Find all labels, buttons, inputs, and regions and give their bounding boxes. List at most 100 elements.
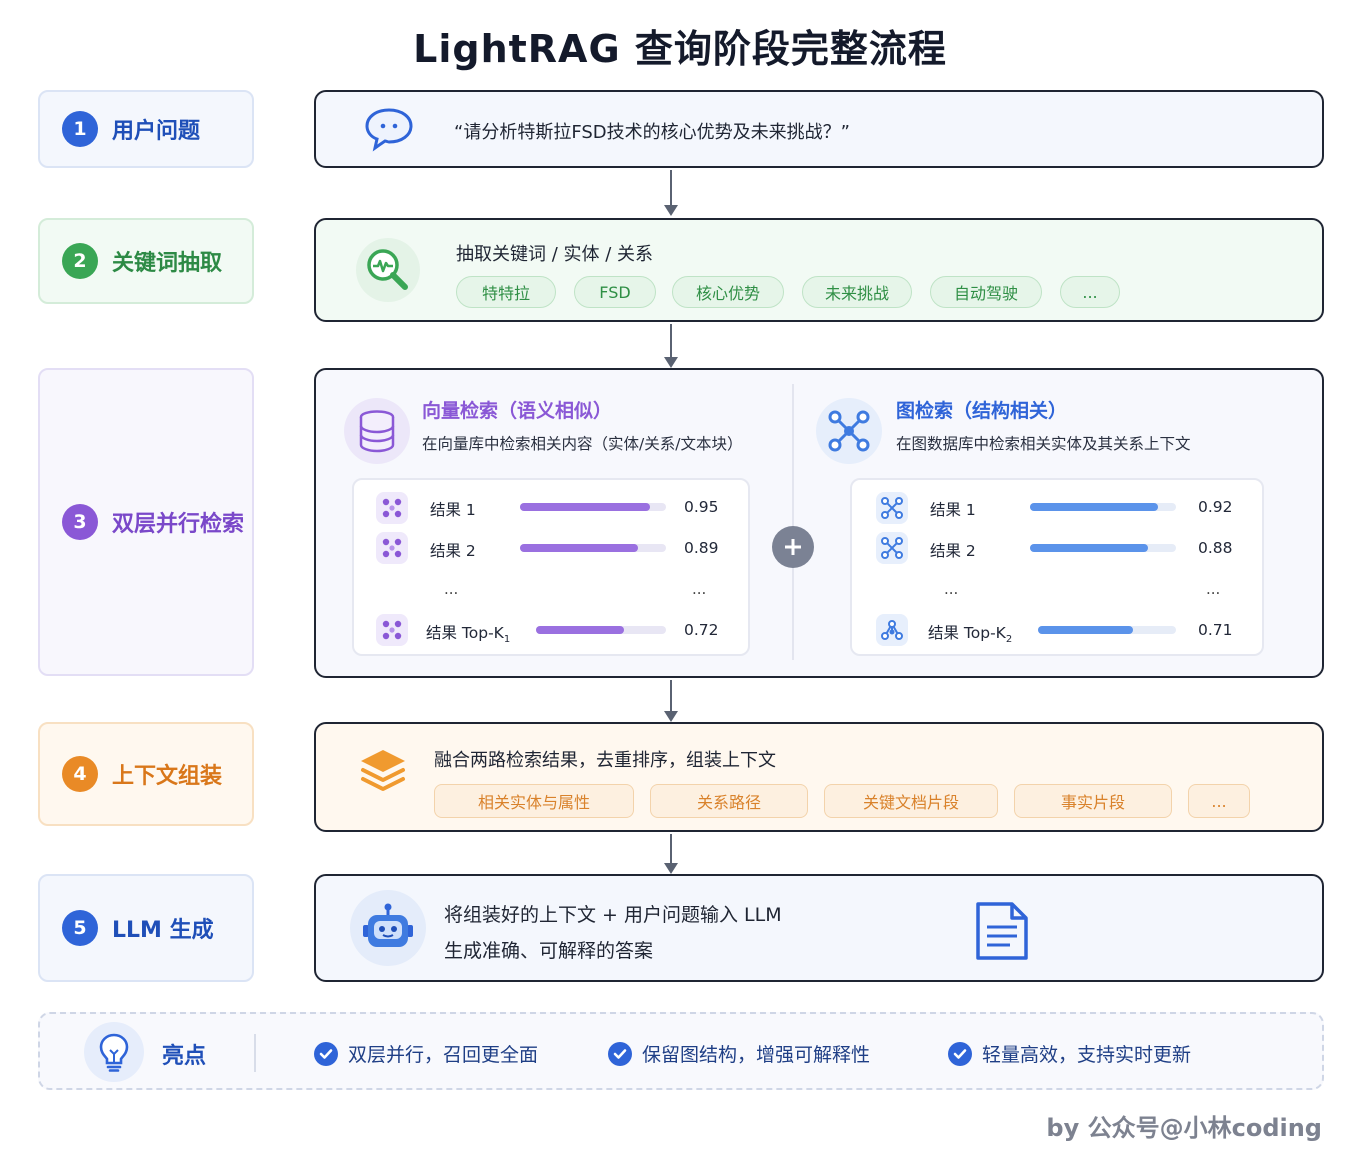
result-label-sub: 2 xyxy=(1005,634,1013,646)
graph-node-icon xyxy=(876,614,908,646)
graph-node-icon xyxy=(876,492,908,524)
vector-retrieval-desc: 在向量库中检索相关内容（实体/关系/文本块） xyxy=(422,435,743,453)
result-label: 结果 2 xyxy=(430,542,476,560)
score-bar xyxy=(1030,544,1176,552)
footer-credit: by 公众号@小林coding xyxy=(1046,1114,1322,1142)
result-label: 结果 1 xyxy=(430,501,476,519)
vector-node-icon xyxy=(376,532,408,564)
keyword-panel: 抽取关键词 / 实体 / 关系 特特拉 FSD 核心优势 未来挑战 自动驾驶 .… xyxy=(314,218,1324,322)
graph-results: 结果 1 0.92 结果 2 0.88 ... ... 结果 Top-K2 0.… xyxy=(850,478,1264,656)
score-bar-fill xyxy=(1038,626,1134,634)
score-bar xyxy=(536,626,666,634)
step-number: 5 xyxy=(62,910,98,946)
context-chip: 相关实体与属性 xyxy=(434,784,634,818)
check-icon xyxy=(948,1041,972,1066)
vector-retrieval-title: 向量检索（语义相似） xyxy=(422,400,613,422)
database-icon xyxy=(344,398,410,464)
flow-arrow xyxy=(664,324,678,368)
step-title: 用户问题 xyxy=(112,119,201,144)
result-score: 0.92 xyxy=(1198,498,1233,516)
score-bar-fill xyxy=(1030,503,1159,511)
generation-line-1: 将组装好的上下文 + 用户问题输入 LLM xyxy=(444,904,782,926)
step-title: 上下文组装 xyxy=(112,764,223,789)
score-bar xyxy=(1038,626,1176,634)
result-score: 0.89 xyxy=(684,539,719,557)
flow-arrow xyxy=(664,170,678,216)
vector-node-icon xyxy=(376,614,408,646)
context-panel: 融合两路检索结果，去重排序，组装上下文 相关实体与属性 关系路径 关键文档片段 … xyxy=(314,722,1324,832)
ellipsis: ... xyxy=(692,580,707,598)
step-2-label: 2 关键词抽取 xyxy=(38,218,254,304)
graph-retrieval-title: 图检索（结构相关） xyxy=(896,400,1068,422)
score-bar xyxy=(520,503,666,511)
highlights-label: 亮点 xyxy=(162,1044,207,1069)
generation-panel: 将组装好的上下文 + 用户问题输入 LLM 生成准确、可解释的答案 xyxy=(314,874,1324,982)
graph-node-icon xyxy=(876,532,908,564)
magnifier-analysis-icon xyxy=(356,238,420,302)
context-heading: 融合两路检索结果，去重排序，组装上下文 xyxy=(434,750,776,771)
step-title: 双层并行检索 xyxy=(112,512,245,537)
step-number: 2 xyxy=(62,243,98,279)
context-chip: 事实片段 xyxy=(1014,784,1172,818)
context-chip: 关键文档片段 xyxy=(824,784,998,818)
score-bar-fill xyxy=(520,503,650,511)
step-5-label: 5 LLM 生成 xyxy=(38,874,254,982)
score-bar-fill xyxy=(536,626,625,634)
question-panel: “请分析特斯拉FSD技术的核心优势及未来挑战？” xyxy=(314,90,1324,168)
lightbulb-icon xyxy=(84,1022,144,1082)
layers-icon xyxy=(354,744,412,796)
score-bar xyxy=(1030,503,1176,511)
step-title: LLM 生成 xyxy=(112,918,214,943)
document-icon xyxy=(972,900,1032,966)
step-3-label: 3 双层并行检索 xyxy=(38,368,254,676)
keyword-chip: 核心优势 xyxy=(672,276,784,308)
vector-node-icon xyxy=(376,492,408,524)
generation-line-2: 生成准确、可解释的答案 xyxy=(444,940,654,962)
robot-icon xyxy=(350,890,426,966)
result-label: 结果 1 xyxy=(930,501,976,519)
step-4-label: 4 上下文组装 xyxy=(38,722,254,826)
panel-divider xyxy=(792,384,794,660)
graph-retrieval-desc: 在图数据库中检索相关实体及其关系上下文 xyxy=(896,435,1191,453)
result-score: 0.95 xyxy=(684,498,719,516)
result-score: 0.71 xyxy=(1198,621,1233,639)
step-title: 关键词抽取 xyxy=(112,251,223,276)
keyword-chip: ... xyxy=(1060,276,1120,308)
step-number: 1 xyxy=(62,111,98,147)
result-label: 结果 Top-K2 xyxy=(928,621,1012,645)
result-score: 0.72 xyxy=(684,621,719,639)
question-text: “请分析特斯拉FSD技术的核心优势及未来挑战？” xyxy=(454,122,850,143)
keyword-chip: 自动驾驶 xyxy=(930,276,1042,308)
score-bar-fill xyxy=(520,544,639,552)
keyword-chip: 特特拉 xyxy=(456,276,556,308)
check-icon xyxy=(608,1041,632,1066)
result-label-sub: 1 xyxy=(503,634,511,646)
ellipsis: ... xyxy=(1206,580,1221,598)
check-icon xyxy=(314,1041,338,1066)
score-bar-fill xyxy=(1030,544,1149,552)
highlights-divider xyxy=(254,1034,256,1072)
highlight-text: 保留图结构，增强可解释性 xyxy=(642,1044,871,1066)
highlight-item: 双层并行，召回更全面 xyxy=(314,1040,538,1067)
score-bar xyxy=(520,544,666,552)
context-chip: 关系路径 xyxy=(650,784,808,818)
result-label-text: 结果 Top-K xyxy=(426,624,504,642)
context-chip: ... xyxy=(1188,784,1250,818)
vector-results: 结果 1 0.95 结果 2 0.89 ... ... 结果 Top-K1 0.… xyxy=(352,478,750,656)
step-1-label: 1 用户问题 xyxy=(38,90,254,168)
ellipsis: ... xyxy=(944,580,959,598)
keyword-heading: 抽取关键词 / 实体 / 关系 xyxy=(456,244,654,265)
flow-arrow xyxy=(664,680,678,722)
retrieval-panel: 向量检索（语义相似） 在向量库中检索相关内容（实体/关系/文本块） 结果 1 0… xyxy=(314,368,1324,678)
chat-bubble-icon xyxy=(362,104,416,154)
highlights-bar: 亮点 双层并行，召回更全面 保留图结构，增强可解释性 轻量高效，支持实时更新 xyxy=(38,1012,1324,1090)
step-number: 3 xyxy=(62,504,98,540)
highlight-item: 轻量高效，支持实时更新 xyxy=(948,1040,1191,1067)
result-score: 0.88 xyxy=(1198,539,1233,557)
step-number: 4 xyxy=(62,756,98,792)
result-label: 结果 Top-K1 xyxy=(426,621,510,645)
highlight-text: 双层并行，召回更全面 xyxy=(348,1044,539,1066)
flow-arrow xyxy=(664,834,678,874)
keyword-chip: FSD xyxy=(574,276,656,308)
ellipsis: ... xyxy=(444,580,459,598)
